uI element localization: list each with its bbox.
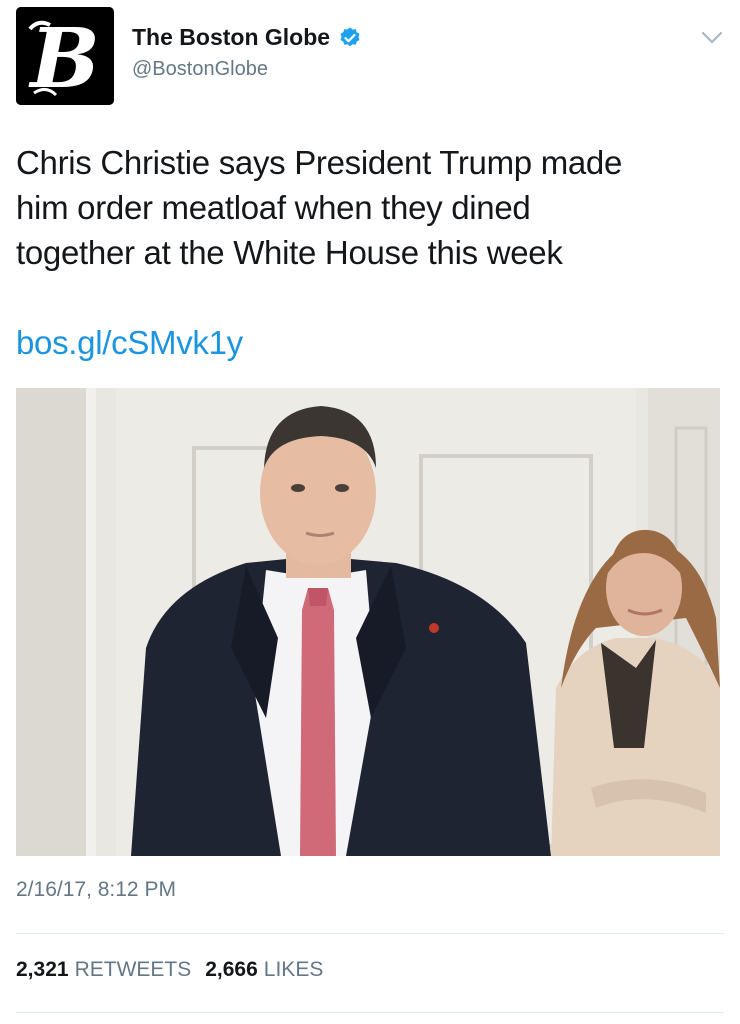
divider xyxy=(16,1012,724,1013)
tweet-link[interactable]: bos.gl/cSMvk1y xyxy=(16,320,243,365)
boston-globe-logo-icon: B xyxy=(16,7,114,105)
retweets-count: 2,321 xyxy=(16,958,69,981)
tweet-photo[interactable] xyxy=(16,388,720,856)
avatar[interactable]: B xyxy=(16,7,114,105)
display-name[interactable]: The Boston Globe xyxy=(132,24,330,51)
chevron-down-icon[interactable] xyxy=(700,28,724,48)
tweet-text-line: him order meatloaf when they dined xyxy=(16,189,531,226)
likes-stat[interactable]: 2,666 LIKES xyxy=(205,958,323,982)
tweet-stats: 2,321 RETWEETS 2,666 LIKES xyxy=(16,958,323,982)
retweets-label: RETWEETS xyxy=(74,958,192,981)
retweets-stat[interactable]: 2,321 RETWEETS xyxy=(16,958,191,982)
likes-label: LIKES xyxy=(263,958,324,981)
account-handle[interactable]: @BostonGlobe xyxy=(132,58,268,81)
tweet-text-line: Chris Christie says President Trump made xyxy=(16,144,623,181)
verified-badge-icon xyxy=(340,27,360,46)
tweet-card: B The Boston Globe @BostonGlobe Chris Ch… xyxy=(0,0,740,1024)
likes-count: 2,666 xyxy=(205,958,258,981)
tweet-timestamp[interactable]: 2/16/17, 8:12 PM xyxy=(16,878,176,902)
tweet-text: Chris Christie says President Trump made… xyxy=(16,140,726,275)
photo-illustration xyxy=(16,388,720,856)
account-name-row[interactable]: The Boston Globe xyxy=(132,24,362,51)
tweet-text-line: together at the White House this week xyxy=(16,234,563,271)
divider xyxy=(16,933,724,934)
